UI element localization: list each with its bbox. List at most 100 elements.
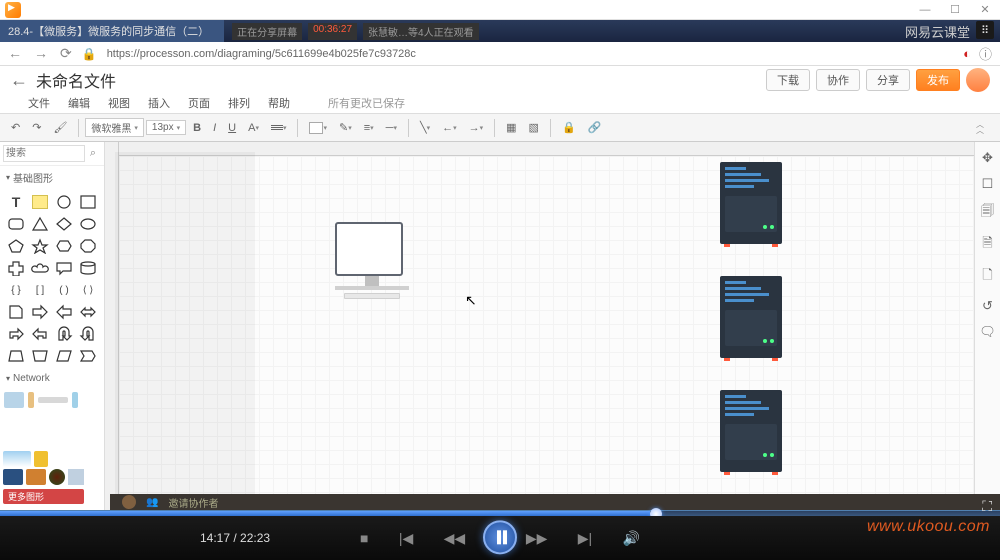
rounded-shape[interactable] bbox=[4, 213, 28, 235]
redo-icon[interactable]: ↷ bbox=[27, 117, 46, 139]
net-misc[interactable] bbox=[68, 469, 84, 485]
menu-arrange[interactable]: 排列 bbox=[228, 95, 250, 111]
triangle-shape[interactable] bbox=[28, 213, 52, 235]
share-button[interactable]: 分享 bbox=[866, 69, 910, 91]
step-shape[interactable] bbox=[76, 345, 100, 367]
text-color-button[interactable]: A▾ bbox=[243, 117, 264, 139]
trap1-shape[interactable] bbox=[4, 345, 28, 367]
trap2-shape[interactable] bbox=[28, 345, 52, 367]
undo-icon[interactable]: ↶ bbox=[6, 117, 25, 139]
front-button[interactable]: ▦ bbox=[501, 117, 521, 139]
doc-back-icon[interactable]: ← bbox=[10, 70, 28, 91]
nav-back-icon[interactable]: ← bbox=[8, 45, 22, 62]
download-button[interactable]: 下载 bbox=[766, 69, 810, 91]
font-select[interactable]: 微软雅黑▾ bbox=[85, 118, 144, 137]
cross-shape[interactable] bbox=[4, 257, 28, 279]
line-color-button[interactable]: ✎▾ bbox=[334, 117, 357, 139]
more-shシapes-button[interactable]: 更多图形 bbox=[3, 489, 84, 504]
cylinder-shape[interactable] bbox=[76, 257, 100, 279]
net-firewall[interactable] bbox=[26, 469, 46, 485]
brush-icon[interactable]: 🖌 bbox=[48, 117, 72, 139]
navigator-icon[interactable]: ✥ bbox=[982, 150, 993, 166]
category-basic[interactable]: 基础图形 bbox=[0, 166, 104, 189]
hexagon-shape[interactable] bbox=[52, 235, 76, 257]
chat-icon[interactable]: 🗨 bbox=[979, 324, 996, 340]
collapse-toolbar-icon[interactable]: ︿︿ bbox=[976, 122, 994, 134]
paren-shape[interactable]: ( ) bbox=[52, 279, 76, 301]
menu-grid-icon[interactable]: ⠿ bbox=[976, 21, 994, 39]
active-tab[interactable]: 28.4-【微服务】微服务的同步通信（二） bbox=[0, 20, 224, 42]
diagram-canvas[interactable]: ↖ bbox=[105, 142, 974, 510]
doc-shape[interactable] bbox=[4, 301, 28, 323]
arrow-turn2-shape[interactable] bbox=[28, 323, 52, 345]
net-bolt[interactable] bbox=[34, 451, 48, 467]
arrow-u1-shape[interactable] bbox=[52, 323, 76, 345]
rewind-button[interactable]: ◀◀ bbox=[444, 530, 466, 547]
ext-opera-icon[interactable]: ◐ bbox=[963, 46, 971, 61]
connector-button[interactable]: ╲▾ bbox=[415, 117, 435, 139]
menu-help[interactable]: 帮助 bbox=[268, 95, 290, 111]
callout-shape[interactable] bbox=[52, 257, 76, 279]
net-cable[interactable] bbox=[28, 392, 34, 408]
url-text[interactable]: https://processon.com/diagraming/5c61169… bbox=[107, 48, 416, 60]
close-button[interactable]: ✕ bbox=[970, 0, 1000, 20]
line-width-button[interactable]: ≡▾ bbox=[359, 117, 379, 139]
menu-view[interactable]: 视图 bbox=[108, 95, 130, 111]
play-pause-button[interactable] bbox=[483, 520, 517, 554]
canvas-server-2[interactable] bbox=[720, 276, 782, 358]
invite-collab-button[interactable]: 邀请协作者 bbox=[168, 495, 218, 510]
arrow-left-shape[interactable] bbox=[52, 301, 76, 323]
search-icon[interactable]: ⌕ bbox=[85, 145, 101, 162]
arrow-u2-shape[interactable] bbox=[76, 323, 100, 345]
net-rack[interactable] bbox=[38, 397, 68, 403]
minimize-button[interactable]: — bbox=[910, 0, 940, 20]
italic-button[interactable]: I bbox=[208, 117, 221, 139]
page-icon[interactable]: 🗋 bbox=[982, 266, 992, 288]
user-avatar[interactable] bbox=[966, 68, 990, 92]
menu-insert[interactable]: 插入 bbox=[148, 95, 170, 111]
volume-button[interactable]: 🔊 bbox=[623, 530, 640, 547]
maximize-button[interactable]: ☐ bbox=[940, 0, 970, 20]
net-cloud[interactable] bbox=[3, 451, 31, 467]
category-network[interactable]: Network bbox=[0, 369, 104, 388]
publish-button[interactable]: 发布 bbox=[916, 69, 960, 91]
ellipse-shape[interactable] bbox=[76, 213, 100, 235]
net-pipe[interactable] bbox=[72, 392, 78, 408]
stop-button[interactable]: ■ bbox=[360, 530, 368, 547]
back-button[interactable]: ▧ bbox=[524, 117, 544, 139]
document-title[interactable]: 未命名文件 bbox=[36, 68, 116, 92]
menu-file[interactable]: 文件 bbox=[28, 95, 50, 111]
lock-button[interactable]: 🔒 bbox=[557, 117, 581, 139]
fill-color-button[interactable]: ▾ bbox=[304, 117, 332, 139]
text-shape[interactable]: T bbox=[4, 191, 28, 213]
arrow-both-shape[interactable] bbox=[76, 301, 100, 323]
search-input[interactable] bbox=[3, 145, 85, 162]
star-shape[interactable] bbox=[28, 235, 52, 257]
canvas-monitor-shape[interactable] bbox=[335, 222, 409, 299]
diamond-shape[interactable] bbox=[52, 213, 76, 235]
collab-button[interactable]: 协作 bbox=[816, 69, 860, 91]
brace-left-shape[interactable]: { } bbox=[4, 279, 28, 301]
prev-button[interactable]: |◀ bbox=[399, 530, 413, 547]
menu-page[interactable]: 页面 bbox=[188, 95, 210, 111]
angle-shape[interactable]: ⟨ ⟩ bbox=[76, 279, 100, 301]
net-switch[interactable] bbox=[3, 469, 23, 485]
arrow-right-shape[interactable] bbox=[28, 301, 52, 323]
nav-forward-icon[interactable]: → bbox=[34, 45, 48, 62]
pentagon-shape[interactable] bbox=[4, 235, 28, 257]
reload-icon[interactable]: ⟳ bbox=[60, 45, 72, 62]
net-server1[interactable] bbox=[4, 392, 24, 408]
canvas-server-3[interactable] bbox=[720, 390, 782, 472]
rect-shape[interactable] bbox=[76, 191, 100, 213]
next-button[interactable]: ▶| bbox=[578, 530, 592, 547]
theme-icon[interactable]: ☐ bbox=[982, 176, 994, 192]
comment-icon[interactable]: 🗎 bbox=[982, 234, 992, 256]
underline-button[interactable]: U bbox=[223, 117, 241, 139]
bracket-shape[interactable]: [ ] bbox=[28, 279, 52, 301]
circle-shape[interactable] bbox=[52, 191, 76, 213]
size-select[interactable]: 13px▾ bbox=[146, 120, 186, 135]
octagon-shape[interactable] bbox=[76, 235, 100, 257]
net-globe[interactable] bbox=[49, 469, 65, 485]
arrow-end-button[interactable]: →▾ bbox=[464, 117, 489, 139]
arrow-start-button[interactable]: ←▾ bbox=[437, 117, 462, 139]
